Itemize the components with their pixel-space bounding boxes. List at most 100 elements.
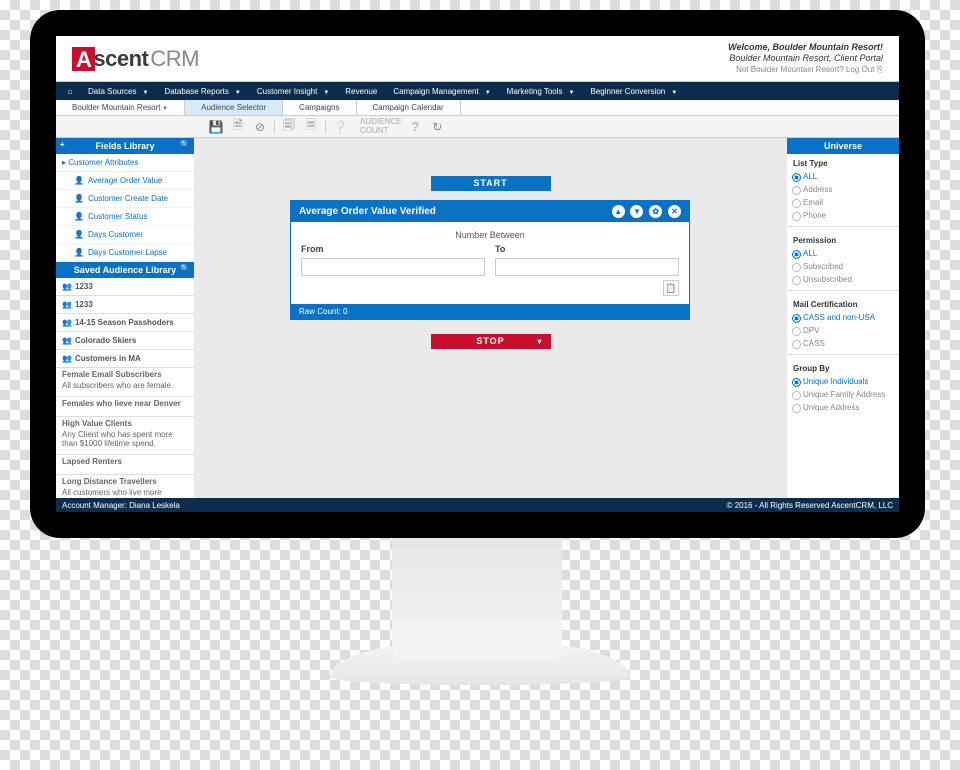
filter-card-body: Number Between From To 📋 <box>291 222 689 304</box>
nav-database-reports[interactable]: Database Reports▼ <box>156 87 248 96</box>
permission-opt[interactable]: Unsubscribed <box>787 273 899 286</box>
welcome-block: Welcome, Boulder Mountain Resort! Boulde… <box>728 42 883 76</box>
field-attr[interactable]: 👤Days Customer Lapse <box>56 244 194 262</box>
doc-search-icon[interactable]: 🗐 <box>281 119 297 135</box>
main-nav: ⌂ Data Sources▼ Database Reports▼ Custom… <box>56 82 899 100</box>
saved-item[interactable]: 👥1233 <box>56 296 194 314</box>
tab-campaign-calendar[interactable]: Campaign Calendar <box>357 100 461 115</box>
save-as-icon[interactable]: 🗎 <box>230 119 246 135</box>
saved-search-icon[interactable]: 🔍 <box>180 264 190 273</box>
divider <box>787 226 899 227</box>
toolbar-sep <box>325 120 326 134</box>
footer-right: © 2016 - All Rights Reserved AscentCRM, … <box>727 501 893 510</box>
universe-header: Universe <box>787 138 899 154</box>
mailcert-title: Mail Certification <box>787 295 899 311</box>
audience-count-label: AUDIENCECOUNT <box>360 118 401 135</box>
filter-card-header: Average Order Value Verified ▲ ▼ ✿ ✕ <box>291 201 689 222</box>
field-category[interactable]: ▸ Customer Attributes <box>56 154 194 172</box>
welcome-line1: Welcome, Boulder Mountain Resort! <box>728 42 883 54</box>
nav-beginner-conversion[interactable]: Beginner Conversion▼ <box>583 87 686 96</box>
monitor-stand-neck <box>392 538 562 658</box>
card-down-icon[interactable]: ▼ <box>630 205 643 218</box>
toolbar-sep <box>274 120 275 134</box>
nav-data-sources[interactable]: Data Sources▼ <box>80 87 156 96</box>
saved-audience-header: Saved Audience Library 🔍 <box>56 262 194 278</box>
subnav-resort-selector[interactable]: Boulder Mountain Resort <box>56 100 185 115</box>
refresh-icon[interactable]: ↻ <box>429 119 445 135</box>
field-attr[interactable]: 👤Customer Create Date <box>56 190 194 208</box>
mailcert-opt[interactable]: CASS <box>787 337 899 350</box>
mailcert-opt[interactable]: CASS and non-USA <box>787 311 899 324</box>
listtype-title: List Type <box>787 154 899 170</box>
groupby-opt[interactable]: Unique Individuals <box>787 375 899 388</box>
left-sidebar: + Fields Library 🔍 ▸ Customer Attributes… <box>56 138 194 498</box>
toolbar: 💾 🗎 ⊘ 🗐 🗏 ❔ AUDIENCECOUNT ? ↻ <box>56 116 899 138</box>
monitor-frame: A scent CRM Welcome, Boulder Mountain Re… <box>30 10 925 538</box>
nav-customer-insight[interactable]: Customer Insight▼ <box>249 87 337 96</box>
logo-suffix: CRM <box>150 46 199 72</box>
from-input[interactable] <box>301 258 485 276</box>
filter-card: Average Order Value Verified ▲ ▼ ✿ ✕ Num… <box>290 200 690 320</box>
nav-campaign-management[interactable]: Campaign Management▼ <box>385 87 498 96</box>
right-sidebar: Universe List Type ALL Address Email Pho… <box>787 138 899 498</box>
mailcert-opt[interactable]: DPV <box>787 324 899 337</box>
export-icon[interactable]: 🗏 <box>303 119 319 135</box>
screen: A scent CRM Welcome, Boulder Mountain Re… <box>56 36 899 512</box>
from-label: From <box>301 244 485 254</box>
filter-card-actions: ▲ ▼ ✿ ✕ <box>609 205 681 218</box>
permission-title: Permission <box>787 231 899 247</box>
fields-add-icon[interactable]: + <box>60 140 65 149</box>
logo: A scent CRM <box>72 46 199 72</box>
saved-item-desc[interactable]: High Value ClientsAny Client who has spe… <box>56 417 194 455</box>
listtype-opt[interactable]: Phone <box>787 209 899 222</box>
groupby-opt[interactable]: Unique Family Address <box>787 388 899 401</box>
welcome-line2: Boulder Mountain Resort, Client Portal <box>728 53 883 65</box>
welcome-logout[interactable]: Not Boulder Mountain Resort? Log Out ⎘ <box>728 65 883 75</box>
fields-search-icon[interactable]: 🔍 <box>180 140 190 149</box>
saved-item[interactable]: 👥1233 <box>56 278 194 296</box>
body-area: + Fields Library 🔍 ▸ Customer Attributes… <box>56 138 899 498</box>
to-label: To <box>495 244 679 254</box>
count-help-icon[interactable]: ? <box>407 119 423 135</box>
calendar-icon[interactable]: 📋 <box>663 280 679 296</box>
card-up-icon[interactable]: ▲ <box>612 205 625 218</box>
field-attr[interactable]: 👤Days Customer <box>56 226 194 244</box>
stop-button[interactable]: STOP <box>431 334 551 349</box>
filter-raw-count: Raw Count: 0 <box>291 304 689 319</box>
tab-audience-selector[interactable]: Audience Selector <box>185 100 283 115</box>
home-icon[interactable]: ⌂ <box>60 87 80 96</box>
nav-revenue[interactable]: Revenue <box>337 87 385 96</box>
divider <box>787 354 899 355</box>
canvas: START Average Order Value Verified ▲ ▼ ✿… <box>194 138 787 498</box>
field-attr[interactable]: 👤Customer Status <box>56 208 194 226</box>
fields-library-header: + Fields Library 🔍 <box>56 138 194 154</box>
field-attr[interactable]: 👤Average Order Value <box>56 172 194 190</box>
groupby-opt[interactable]: Unique Address <box>787 401 899 414</box>
listtype-opt[interactable]: Email <box>787 196 899 209</box>
help-icon[interactable]: ❔ <box>332 119 348 135</box>
start-button[interactable]: START <box>431 176 551 191</box>
permission-opt[interactable]: ALL <box>787 247 899 260</box>
fields-library-title: Fields Library <box>95 141 154 151</box>
footer: Account Manager: Diana Leskela © 2016 - … <box>56 498 899 512</box>
filter-subtitle: Number Between <box>301 230 679 240</box>
saved-item-desc[interactable]: Female Email SubscribersAll subscribers … <box>56 368 194 397</box>
permission-opt[interactable]: Subscribed <box>787 260 899 273</box>
saved-item[interactable]: 👥Colorado Skiers <box>56 332 194 350</box>
header: A scent CRM Welcome, Boulder Mountain Re… <box>56 36 899 82</box>
undo-icon[interactable]: ⊘ <box>252 119 268 135</box>
saved-item[interactable]: 👥14-15 Season Passhoders <box>56 314 194 332</box>
save-icon[interactable]: 💾 <box>208 119 224 135</box>
card-gear-icon[interactable]: ✿ <box>649 205 662 218</box>
listtype-opt[interactable]: Address <box>787 183 899 196</box>
filter-card-title: Average Order Value Verified <box>299 206 436 217</box>
saved-item-desc[interactable]: Females who lieve near Denver <box>56 397 194 417</box>
tab-campaigns[interactable]: Campaigns <box>283 100 356 115</box>
saved-item[interactable]: 👥Customers in MA <box>56 350 194 368</box>
to-input[interactable] <box>495 258 679 276</box>
listtype-opt[interactable]: ALL <box>787 170 899 183</box>
divider <box>787 290 899 291</box>
saved-item-desc[interactable]: Lapsed Renters <box>56 455 194 475</box>
card-close-icon[interactable]: ✕ <box>668 205 681 218</box>
nav-marketing-tools[interactable]: Marketing Tools▼ <box>499 87 583 96</box>
